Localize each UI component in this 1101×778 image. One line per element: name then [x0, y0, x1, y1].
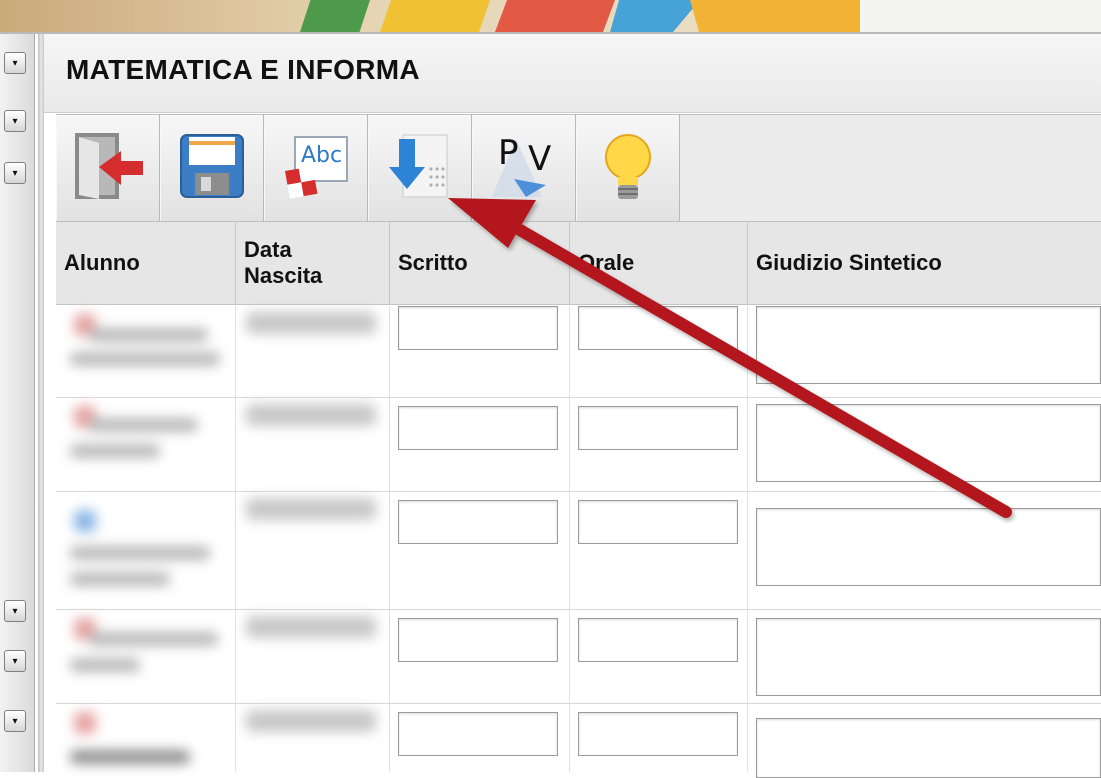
col-scritto: Scritto [390, 222, 570, 304]
giudizio-cell [748, 398, 1101, 491]
giudizio-textarea[interactable] [756, 404, 1101, 482]
birthdate-cell [236, 704, 390, 772]
pv-button[interactable]: P V [472, 115, 576, 221]
spellcheck-button[interactable]: Abc [264, 115, 368, 221]
scritto-input[interactable] [398, 712, 558, 756]
table-header: Alunno Data Nascita Scritto Orale Giudiz… [56, 222, 1101, 305]
student-name-cell [56, 610, 236, 703]
floppy-disk-icon [177, 131, 247, 206]
decor-green [300, 0, 370, 32]
dropdown-handle-4[interactable]: ▾ [4, 600, 26, 622]
subject-panel: MATEMATICA E INFORMA Abc P V Alunno Data… [44, 34, 1101, 778]
dropdown-handle-1[interactable]: ▾ [4, 52, 26, 74]
scritto-input[interactable] [398, 500, 558, 544]
giudizio-cell [748, 306, 1101, 397]
scritto-cell [390, 704, 570, 772]
top-decor-band [0, 0, 1101, 34]
orale-input[interactable] [578, 712, 738, 756]
birthdate-cell [236, 398, 390, 491]
orale-cell [570, 492, 748, 609]
decor-yellow [380, 0, 490, 32]
birthdate-cell [236, 306, 390, 397]
exit-button[interactable] [56, 115, 160, 221]
decor-orange [690, 0, 870, 32]
dropdown-handle-3[interactable]: ▾ [4, 162, 26, 184]
blurred-student-name [64, 492, 234, 609]
panel-titlebar: MATEMATICA E INFORMA [44, 34, 1101, 113]
orale-cell [570, 306, 748, 397]
table-row [56, 610, 1101, 704]
giudizio-cell [748, 492, 1101, 609]
scritto-cell [390, 610, 570, 703]
pv-p-letter: P [498, 133, 519, 173]
dropdown-handle-6[interactable]: ▾ [4, 710, 26, 732]
dropdown-handle-5[interactable]: ▾ [4, 650, 26, 672]
blurred-student-name [64, 306, 234, 397]
table-row [56, 306, 1101, 398]
lightbulb-icon [598, 129, 658, 208]
orale-cell [570, 610, 748, 703]
abc-checker-icon: Abc [281, 133, 351, 203]
giudizio-textarea[interactable] [756, 508, 1101, 586]
giudizio-textarea[interactable] [756, 618, 1101, 696]
student-name-cell [56, 306, 236, 397]
giudizio-textarea[interactable] [756, 306, 1101, 384]
pv-icon: P V [486, 131, 562, 205]
pv-v-letter: V [528, 139, 552, 179]
dropdown-handle-2[interactable]: ▾ [4, 110, 26, 132]
orale-input[interactable] [578, 406, 738, 450]
student-name-cell [56, 492, 236, 609]
decor-blue [610, 0, 700, 32]
scritto-cell [390, 306, 570, 397]
save-button[interactable] [160, 115, 264, 221]
col-orale: Orale [570, 222, 748, 304]
table-row [56, 492, 1101, 610]
giudizio-cell [748, 704, 1101, 778]
scritto-input[interactable] [398, 306, 558, 350]
orale-cell [570, 398, 748, 491]
scritto-cell [390, 492, 570, 609]
left-panel-strip: ▾ ▾ ▾ ▾ ▾ ▾ [0, 34, 35, 772]
orale-cell [570, 704, 748, 772]
blurred-student-name [64, 610, 234, 703]
col-giudizio: Giudizio Sintetico [756, 250, 942, 275]
blurred-student-name [64, 704, 234, 772]
scritto-cell [390, 398, 570, 491]
download-arrow-icon [385, 129, 455, 208]
table-row [56, 398, 1101, 492]
decor-paper [860, 0, 1101, 32]
scritto-input[interactable] [398, 406, 558, 450]
giudizio-textarea[interactable] [756, 718, 1101, 778]
orale-input[interactable] [578, 500, 738, 544]
blurred-student-name [64, 398, 234, 491]
giudizio-cell [748, 610, 1101, 703]
toolbar: Abc P V [56, 114, 1101, 222]
abc-label: Abc [301, 143, 343, 168]
scritto-input[interactable] [398, 618, 558, 662]
birthdate-cell [236, 492, 390, 609]
panel-title: MATEMATICA E INFORMA [66, 54, 420, 85]
decor-red [495, 0, 615, 32]
orale-input[interactable] [578, 618, 738, 662]
exit-door-icon [69, 129, 147, 208]
birthdate-cell [236, 610, 390, 703]
student-name-cell [56, 704, 236, 772]
student-name-cell [56, 398, 236, 491]
col-alunno: Alunno [56, 222, 236, 304]
hint-button[interactable] [576, 115, 680, 221]
orale-input[interactable] [578, 306, 738, 350]
col-data-nascita: Data Nascita [236, 222, 390, 304]
table-row [56, 704, 1101, 778]
import-down-button[interactable] [368, 115, 472, 221]
